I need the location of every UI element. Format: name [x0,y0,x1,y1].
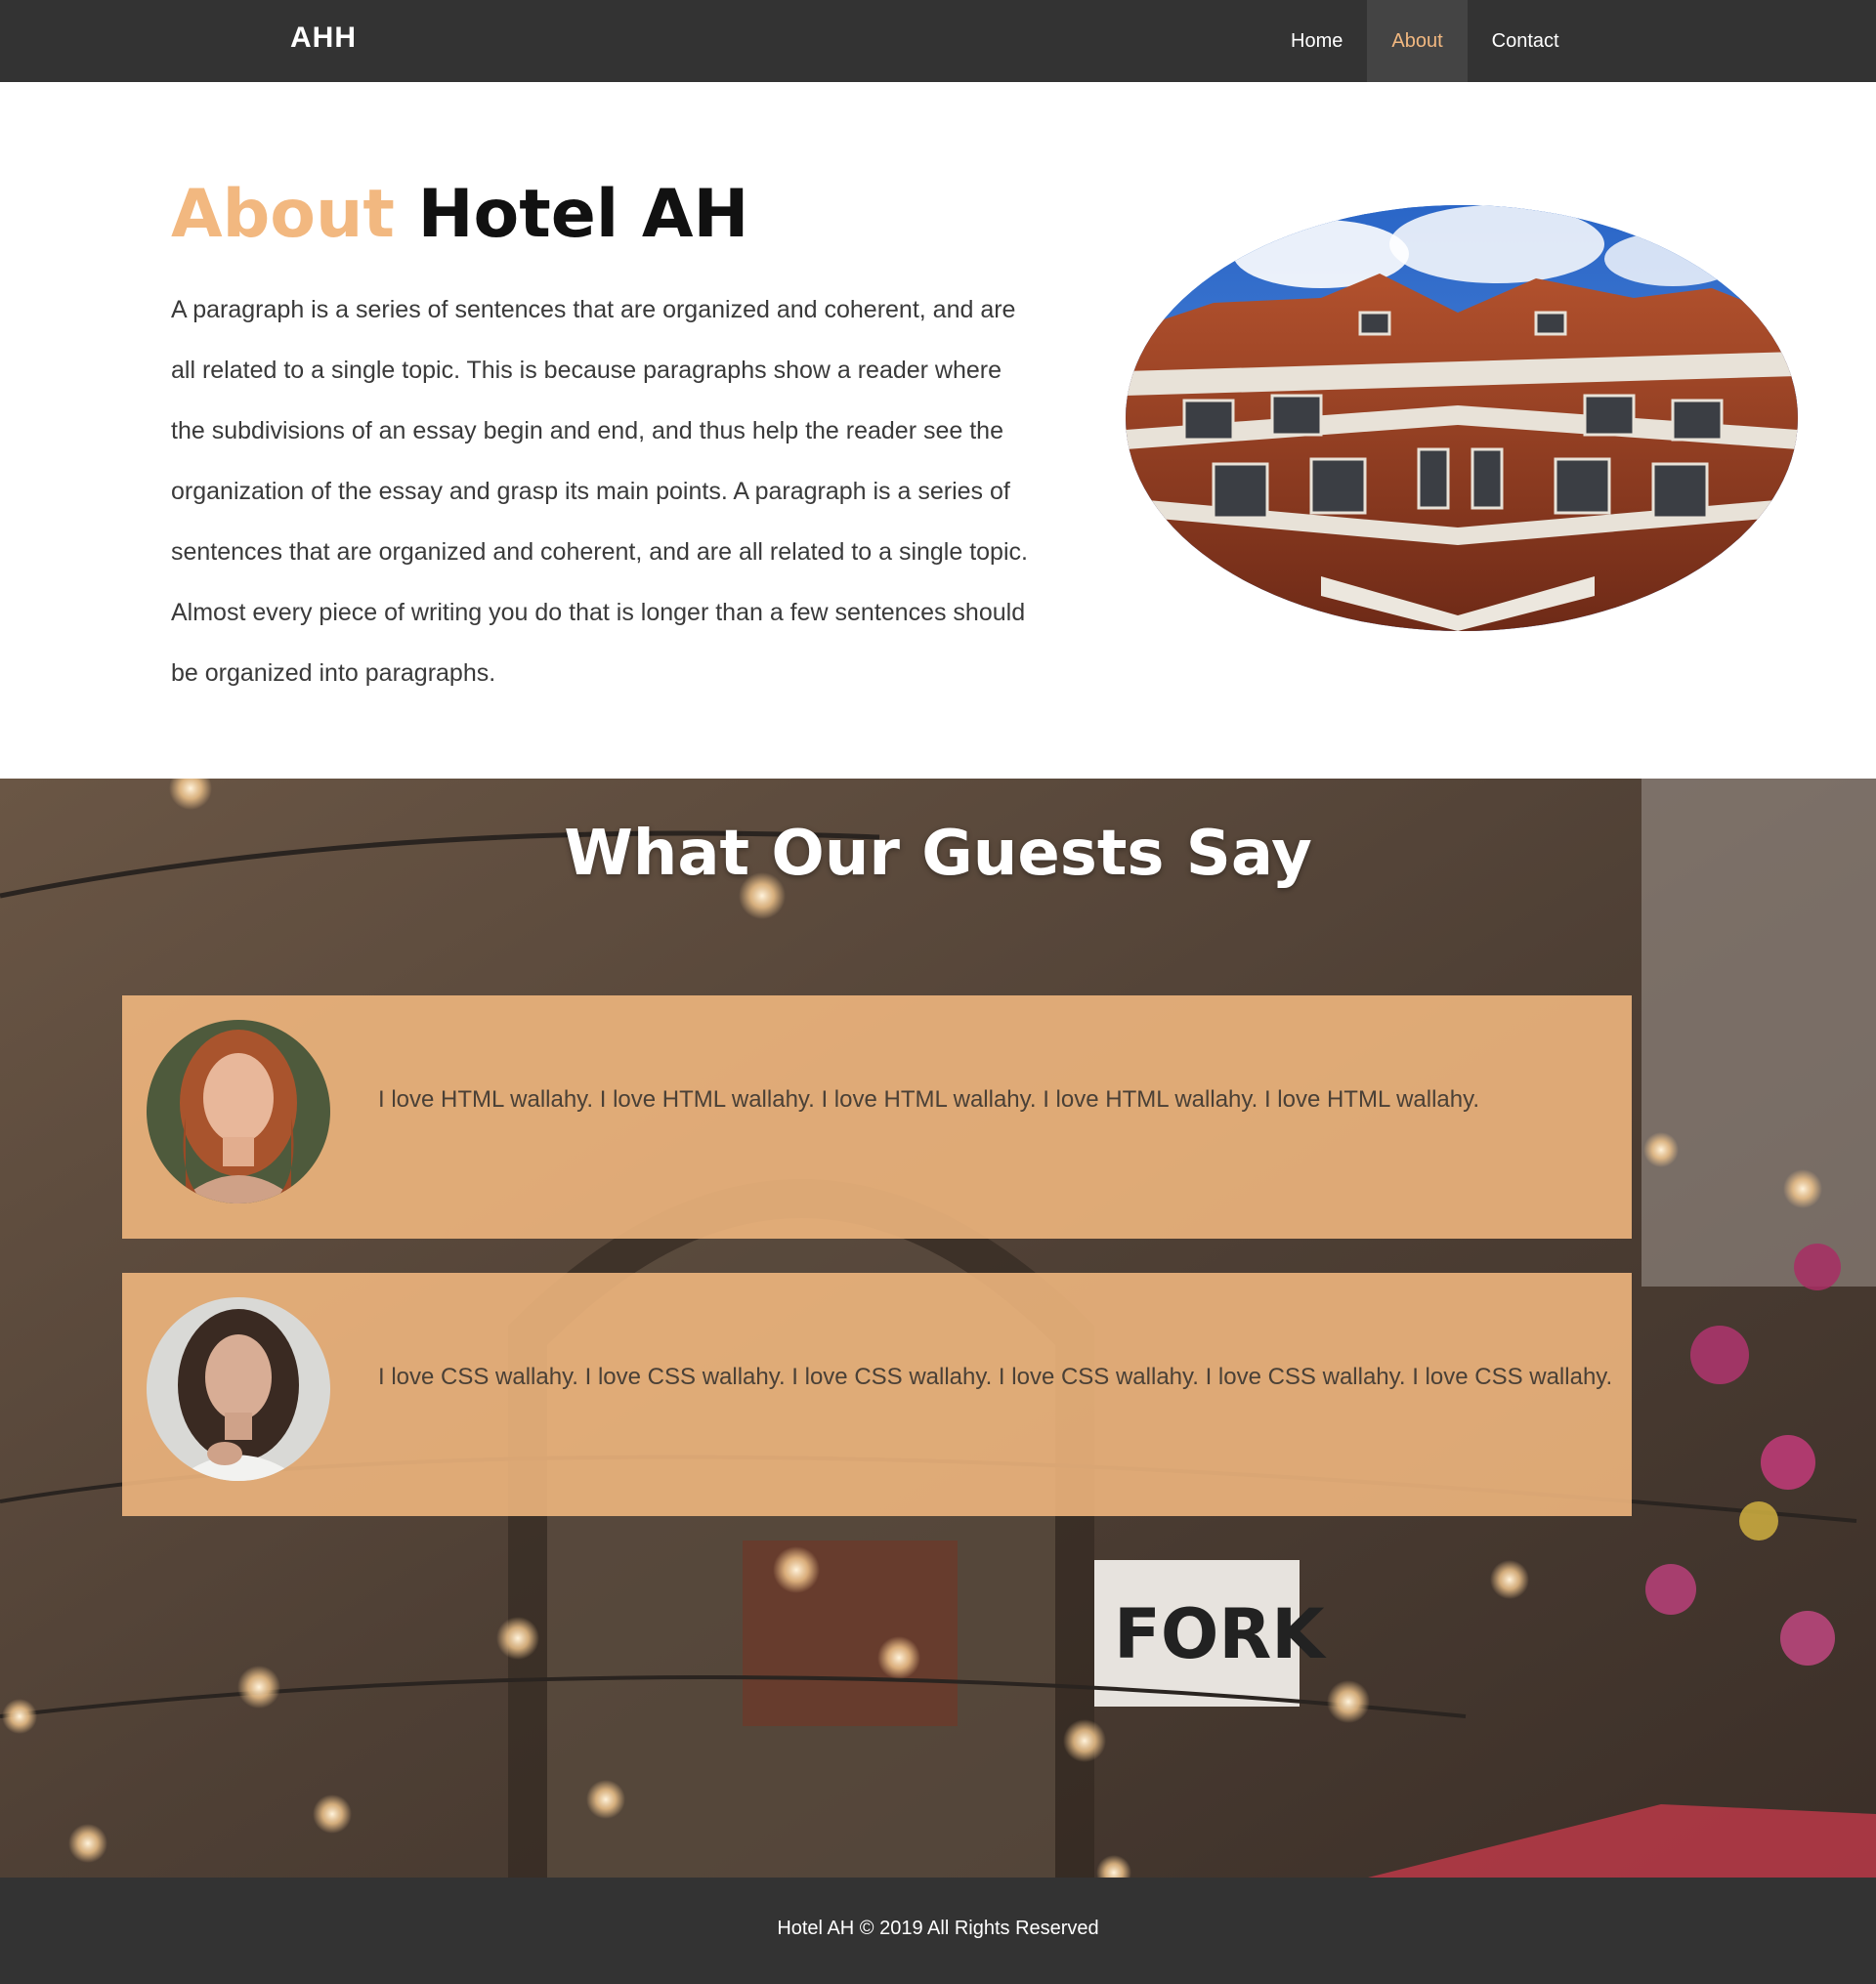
navbar: AHH Home About Contact [0,0,1876,82]
hotel-building-image [1126,205,1798,631]
guest-portrait [147,1020,330,1203]
testimonial-quote: I love HTML wallahy. I love HTML wallahy… [378,1086,1480,1113]
about-title-accent: About [171,176,395,253]
testimonials-title: What Our Guests Say [564,818,1312,890]
nav-menu: Home About Contact [1266,0,1584,82]
about-title-rest: Hotel AH [417,176,749,253]
brand-logo[interactable]: AHH [290,21,357,55]
footer-copyright: Hotel AH © 2019 All Rights Reserved [777,1918,1099,1939]
guest-avatar [147,1020,330,1203]
testimonial-card: I love HTML wallahy. I love HTML wallahy… [122,995,1632,1239]
about-paragraph: A paragraph is a series of sentences tha… [171,296,1028,687]
testimonial-quote: I love CSS wallahy. I love CSS wallahy. … [378,1364,1613,1390]
about-title: About Hotel AH [171,176,748,253]
svg-text:FORK: FORK [1114,1594,1327,1674]
testimonial-card: I love CSS wallahy. I love CSS wallahy. … [122,1273,1632,1516]
nav-item-home[interactable]: Home [1266,0,1367,82]
nav-item-contact[interactable]: Contact [1468,0,1584,82]
guest-avatar [147,1297,330,1481]
hotel-building-illustration [1126,205,1798,631]
guest-portrait [147,1297,330,1481]
footer: Hotel AH © 2019 All Rights Reserved [0,1878,1876,1984]
nav-item-about[interactable]: About [1367,0,1468,82]
